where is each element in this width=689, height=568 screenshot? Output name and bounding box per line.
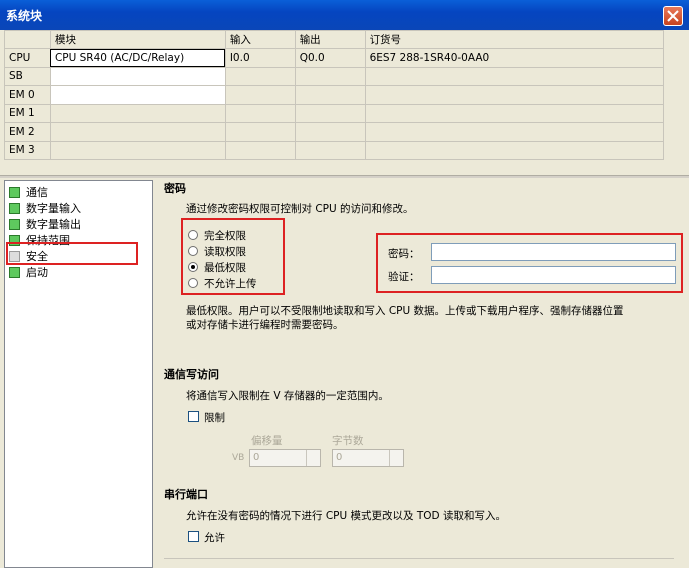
password-heading: 密码 <box>164 182 186 195</box>
verify-label: 验证： <box>388 271 420 283</box>
stepper-arrows-icon[interactable] <box>306 450 320 466</box>
radio-no-upload[interactable] <box>188 278 198 288</box>
column-header-input: 输入 <box>224 30 296 49</box>
limit-checkbox[interactable] <box>188 411 199 422</box>
radio-label: 读取权限 <box>204 246 246 258</box>
radio-label: 完全权限 <box>204 230 246 242</box>
column-header <box>4 30 51 49</box>
module-cell[interactable] <box>49 140 226 160</box>
title-bar: 系统块 <box>0 0 689 30</box>
bytes-stepper[interactable]: 0 <box>332 449 404 467</box>
stepper-arrows-icon[interactable] <box>389 450 403 466</box>
vb-prefix: VB <box>232 453 245 463</box>
allow-label: 允许 <box>204 532 225 544</box>
table-row[interactable]: CPU CPU SR40 (AC/DC/Relay) I0.0 Q0.0 6ES… <box>4 48 665 68</box>
output-cell[interactable] <box>294 140 366 160</box>
row-label: EM 3 <box>4 140 51 160</box>
window-title: 系统块 <box>6 9 43 23</box>
row-label: SB <box>4 66 51 86</box>
tree-item-startup[interactable]: 启动 <box>9 264 48 280</box>
verify-field[interactable] <box>431 266 676 284</box>
table-row[interactable]: EM 1 <box>4 103 665 123</box>
module-table: 模块 输入 输出 订货号 CPU CPU SR40 (AC/DC/Relay) … <box>4 30 665 160</box>
offset-label: 偏移量 <box>251 435 283 447</box>
column-header-module: 模块 <box>49 30 226 49</box>
table-row[interactable]: EM 0 <box>4 85 665 105</box>
column-header-output: 输出 <box>294 30 366 49</box>
password-field[interactable] <box>431 243 676 261</box>
row-label: EM 1 <box>4 103 51 123</box>
order-cell[interactable] <box>364 140 665 160</box>
table-row[interactable]: EM 3 <box>4 140 665 160</box>
tree-item-digital-input[interactable]: 数字量输入 <box>9 200 81 216</box>
output-cell[interactable] <box>294 85 366 105</box>
tree-item-digital-output[interactable]: 数字量输出 <box>9 216 81 232</box>
access-note-line1: 最低权限。用户可以不受限制地读取和写入 CPU 数据。上传或下载用户程序、强制存… <box>186 305 624 317</box>
radio-full-access[interactable] <box>188 230 198 240</box>
config-node-icon <box>9 186 20 198</box>
input-cell[interactable] <box>224 103 296 123</box>
output-cell[interactable] <box>294 122 366 142</box>
access-note-line2: 或对存储卡进行编程时需要密码。 <box>186 319 344 331</box>
input-cell[interactable] <box>224 140 296 160</box>
input-cell[interactable] <box>224 122 296 142</box>
highlight-box <box>376 233 683 293</box>
order-cell[interactable] <box>364 85 665 105</box>
order-cell[interactable]: 6ES7 288-1SR40-0AA0 <box>364 48 665 68</box>
order-cell[interactable] <box>364 122 665 142</box>
module-cell[interactable] <box>49 66 226 86</box>
close-button[interactable] <box>663 6 683 26</box>
config-node-icon <box>9 218 20 230</box>
section-divider <box>164 558 674 559</box>
tree-item-communication[interactable]: 通信 <box>9 184 48 200</box>
password-label: 密码： <box>388 248 420 260</box>
comm-write-heading: 通信写访问 <box>164 368 219 381</box>
bytes-value: 0 <box>336 452 343 463</box>
security-panel: 密码 通过修改密码权限可控制对 CPU 的访问和修改。 完全权限 读取权限 最低… <box>156 178 689 568</box>
config-node-icon <box>9 266 20 278</box>
category-tree: 通信 数字量输入 数字量输出 保持范围 安全 启动 <box>4 180 153 568</box>
serial-port-description: 允许在没有密码的情况下进行 CPU 模式更改以及 TOD 读取和写入。 <box>186 510 506 522</box>
module-cell[interactable] <box>49 103 226 123</box>
radio-label: 不允许上传 <box>204 278 257 290</box>
row-label: EM 0 <box>4 85 51 105</box>
table-header: 模块 输入 输出 订货号 <box>4 30 665 49</box>
table-row[interactable]: EM 2 <box>4 122 665 142</box>
serial-port-heading: 串行端口 <box>164 488 208 501</box>
highlight-box <box>6 242 138 265</box>
close-icon <box>667 10 679 22</box>
radio-minimum-access[interactable] <box>188 262 198 272</box>
output-cell[interactable]: Q0.0 <box>294 48 366 68</box>
module-cell[interactable] <box>49 85 226 105</box>
output-cell[interactable] <box>294 66 366 86</box>
tree-item-label: 数字量输出 <box>26 218 81 231</box>
radio-read-access[interactable] <box>188 246 198 256</box>
bytes-label: 字节数 <box>332 435 364 447</box>
limit-label: 限制 <box>204 412 225 424</box>
module-cell[interactable] <box>49 122 226 142</box>
allow-checkbox[interactable] <box>188 531 199 542</box>
input-cell[interactable] <box>224 66 296 86</box>
comm-write-description: 将通信写入限制在 V 存储器的一定范围内。 <box>186 390 389 402</box>
radio-label: 最低权限 <box>204 262 246 274</box>
table-scroll-area <box>664 30 689 175</box>
output-cell[interactable] <box>294 103 366 123</box>
table-row[interactable]: SB <box>4 66 665 86</box>
input-cell[interactable] <box>224 85 296 105</box>
config-node-icon <box>9 202 20 214</box>
tree-item-label: 数字量输入 <box>26 202 81 215</box>
module-cell[interactable]: CPU SR40 (AC/DC/Relay) <box>49 48 226 68</box>
password-description: 通过修改密码权限可控制对 CPU 的访问和修改。 <box>186 203 414 215</box>
order-cell[interactable] <box>364 103 665 123</box>
input-cell[interactable]: I0.0 <box>224 48 296 68</box>
row-label: CPU <box>4 48 51 68</box>
offset-stepper[interactable]: 0 <box>249 449 321 467</box>
order-cell[interactable] <box>364 66 665 86</box>
column-header-order: 订货号 <box>364 30 665 49</box>
tree-item-label: 启动 <box>26 266 48 279</box>
tree-item-label: 通信 <box>26 186 48 199</box>
offset-value: 0 <box>253 452 260 463</box>
row-label: EM 2 <box>4 122 51 142</box>
